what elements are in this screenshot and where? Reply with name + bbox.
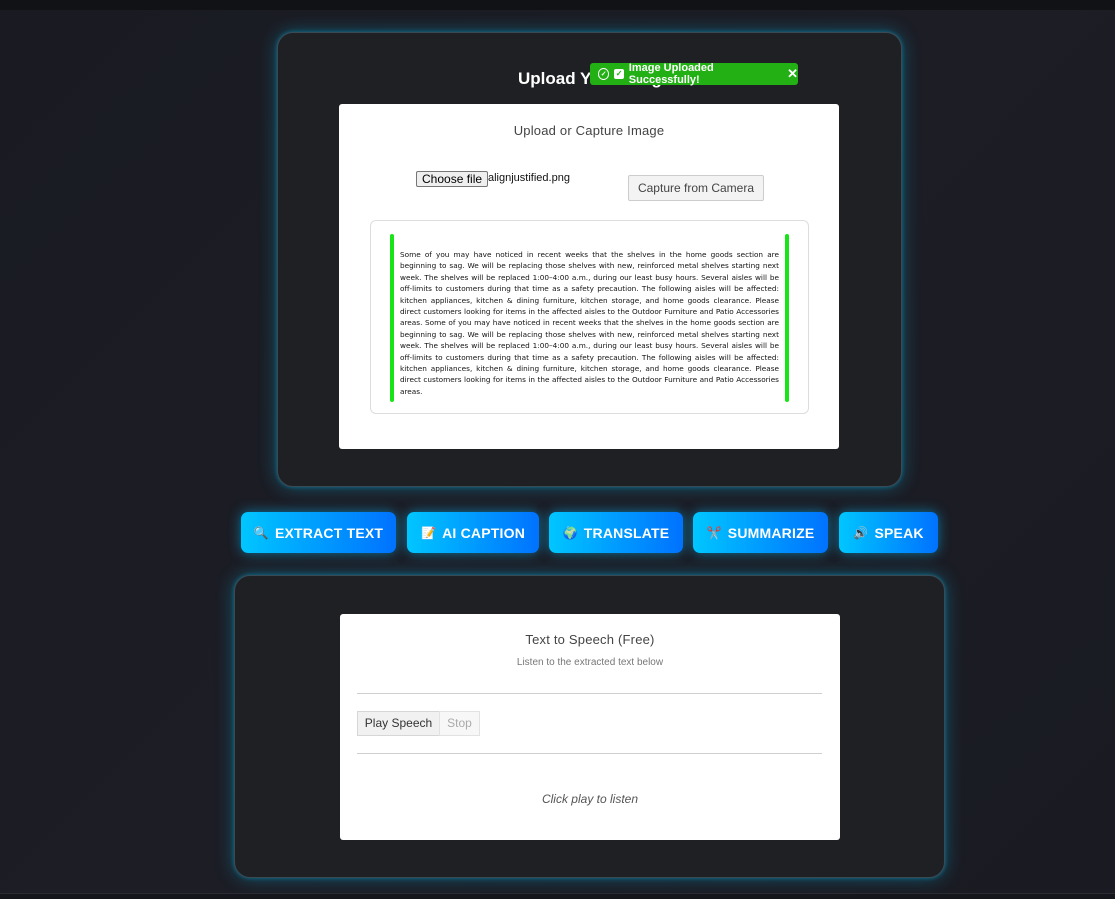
summarize-label: SUMMARIZE bbox=[727, 524, 815, 541]
preview-text: Some of you may have noticed in recent w… bbox=[400, 250, 779, 396]
top-bar bbox=[0, 0, 1115, 10]
summarize-button[interactable]: ✂️ SUMMARIZE bbox=[693, 512, 828, 553]
ai-caption-label: AI CAPTION bbox=[442, 524, 526, 541]
magnifier-icon: 🔍 bbox=[253, 525, 269, 540]
tts-heading: Text to Speech (Free) bbox=[525, 632, 655, 647]
toast-message: Image Uploaded Successfully! bbox=[628, 62, 714, 86]
check-box-icon: ✓ bbox=[614, 69, 624, 79]
play-speech-button[interactable]: Play Speech bbox=[357, 711, 440, 736]
success-toast: ✓ ✓ Image Uploaded Successfully! ✕ bbox=[590, 62, 798, 86]
preview-right-border bbox=[785, 234, 789, 402]
tts-divider-top bbox=[357, 693, 822, 694]
upload-card-heading: Upload or Capture Image bbox=[513, 123, 665, 138]
tts-hint: Click play to listen bbox=[541, 792, 639, 806]
preview-left-border bbox=[390, 234, 394, 402]
stop-button[interactable]: Stop bbox=[439, 711, 480, 736]
translate-label: TRANSLATE bbox=[583, 524, 670, 541]
translate-button[interactable]: 🌍 TRANSLATE bbox=[549, 512, 683, 553]
extract-text-label: EXTRACT TEXT bbox=[274, 524, 384, 541]
file-name: alignjustified.png bbox=[488, 172, 570, 184]
bottom-bar bbox=[0, 893, 1115, 899]
scissors-icon: ✂️ bbox=[706, 525, 722, 540]
upload-card: Upload or Capture Image Choose file alig… bbox=[339, 104, 839, 449]
memo-icon: 📝 bbox=[420, 525, 437, 540]
speaker-icon: 🔊 bbox=[853, 525, 869, 540]
tts-divider-bottom bbox=[357, 753, 822, 754]
upload-panel: Upload Your Image ✓ ✓ Image Uploaded Suc… bbox=[277, 32, 902, 487]
capture-camera-button[interactable]: Capture from Camera bbox=[628, 175, 764, 201]
image-preview: Some of you may have noticed in recent w… bbox=[370, 220, 809, 414]
ai-caption-button[interactable]: 📝 AI CAPTION bbox=[407, 512, 539, 553]
speak-button[interactable]: 🔊 SPEAK bbox=[839, 512, 938, 553]
tts-card: Text to Speech (Free) Listen to the extr… bbox=[340, 614, 840, 840]
close-icon[interactable]: ✕ bbox=[787, 66, 798, 82]
check-circle-icon: ✓ bbox=[598, 68, 610, 80]
tts-panel: Text to Speech (Free) Listen to the extr… bbox=[234, 575, 945, 878]
speak-label: SPEAK bbox=[874, 524, 924, 541]
tts-subheading: Listen to the extracted text below bbox=[516, 657, 664, 668]
choose-file-button[interactable]: Choose file bbox=[416, 171, 489, 187]
extract-text-button[interactable]: 🔍 EXTRACT TEXT bbox=[241, 512, 396, 553]
globe-icon: 🌍 bbox=[562, 525, 578, 540]
